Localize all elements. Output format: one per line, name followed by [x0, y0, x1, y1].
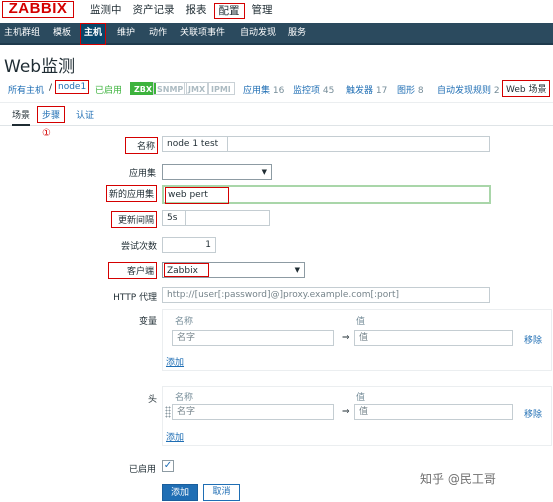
header-add-link[interactable]: 添加	[166, 430, 184, 443]
menu-configuration[interactable]: 配置	[213, 3, 245, 19]
interval-label: 更新间隔	[111, 211, 157, 228]
submenu-maintenance[interactable]: 维护	[117, 23, 135, 43]
application-select[interactable]	[162, 164, 272, 180]
new-application-value: web pert	[165, 187, 229, 204]
breadcrumb-separator: /	[49, 83, 53, 93]
proxy-input[interactable]: http://[user[:password]@]proxy.example.c…	[162, 287, 490, 303]
page-title: Web监测	[4, 57, 76, 77]
nav-items[interactable]: 监控项 45	[293, 83, 334, 96]
tab-scenario[interactable]: 场景	[12, 108, 31, 126]
tab-steps[interactable]: 步骤	[37, 106, 66, 123]
attempts-input[interactable]: 1	[162, 237, 216, 253]
enabled-label: 已启用	[128, 465, 156, 475]
interval-input[interactable]: 5s	[162, 210, 186, 226]
nav-graphs[interactable]: 图形 8	[397, 83, 424, 96]
tab-authentication[interactable]: 认证	[76, 108, 94, 121]
variable-arrow-icon: ⇒	[342, 333, 350, 343]
host-navigation: 所有主机 / node1 已启用 ZBX SNMP JMX IPMI 应用集 1…	[0, 77, 553, 103]
header-name-input[interactable]: 名字	[172, 404, 334, 420]
add-button[interactable]: 添加	[162, 484, 198, 501]
main-menu: 监测中 资产记录 报表 配置 管理	[86, 3, 280, 19]
headers-name-header: 名称	[175, 393, 194, 403]
nav-triggers[interactable]: 触发器 17	[346, 83, 387, 96]
submenu-hosts[interactable]: 主机	[80, 23, 107, 45]
name-input-extension[interactable]	[228, 136, 490, 152]
agent-select[interactable]: Zabbix	[162, 262, 305, 278]
submenu-event-correlation[interactable]: 关联项事件	[180, 23, 225, 43]
drag-handle-icon[interactable]	[165, 406, 171, 418]
variable-name-input[interactable]: 名字	[172, 330, 334, 346]
variables-name-header: 名称	[175, 317, 194, 327]
agent-label: 客户端	[108, 262, 157, 279]
form-tabs: 场景 步骤 认证	[0, 104, 553, 126]
variables-label: 变量	[138, 317, 157, 327]
menu-monitoring[interactable]: 监测中	[86, 3, 126, 19]
new-application-label: 新的应用集	[106, 185, 157, 202]
jmx-availability-badge: JMX	[184, 82, 210, 95]
proxy-label: HTTP 代理	[113, 293, 157, 303]
submenu-templates[interactable]: 模板	[53, 23, 71, 43]
menu-administration[interactable]: 管理	[248, 3, 277, 19]
attempts-label: 尝试次数	[120, 242, 157, 252]
header-value-input[interactable]: 值	[354, 404, 513, 420]
interval-input-extension[interactable]	[186, 210, 270, 226]
submenu-host-groups[interactable]: 主机群组	[4, 23, 40, 43]
top-header: ZABBIX 监测中 资产记录 报表 配置 管理	[0, 0, 553, 22]
headers-label: 头	[147, 395, 157, 405]
zabbix-logo[interactable]: ZABBIX	[2, 1, 74, 18]
sub-menu: 主机群组 模板 主机 维护 动作 关联项事件 自动发现 服务	[0, 23, 553, 45]
snmp-availability-badge: SNMP	[153, 82, 188, 95]
watermark: 知乎 @民工哥	[420, 472, 496, 486]
header-remove-link[interactable]: 移除	[524, 407, 542, 420]
variable-value-input[interactable]: 值	[354, 330, 513, 346]
menu-inventory[interactable]: 资产记录	[129, 3, 179, 19]
application-label: 应用集	[128, 169, 156, 179]
variable-add-link[interactable]: 添加	[166, 355, 184, 368]
name-label: 名称	[125, 137, 158, 154]
host-status: 已启用	[95, 86, 123, 96]
submenu-actions[interactable]: 动作	[149, 23, 167, 43]
nav-applications[interactable]: 应用集 16	[243, 83, 284, 96]
submenu-services[interactable]: 服务	[288, 23, 306, 43]
menu-reports[interactable]: 报表	[182, 3, 211, 19]
cancel-button[interactable]: 取消	[203, 484, 240, 501]
variable-remove-link[interactable]: 移除	[524, 333, 542, 346]
enabled-checkbox[interactable]: ✓	[162, 460, 174, 472]
submenu-discovery[interactable]: 自动发现	[240, 23, 276, 43]
variables-value-header: 值	[356, 317, 366, 327]
breadcrumb-host[interactable]: node1	[55, 80, 90, 94]
header-arrow-icon: ⇒	[342, 407, 350, 417]
new-application-input[interactable]: web pert	[162, 185, 491, 204]
headers-value-header: 值	[356, 393, 366, 403]
breadcrumb-all-hosts[interactable]: 所有主机	[8, 83, 44, 96]
name-input[interactable]: node 1 test	[162, 136, 228, 152]
annotation-number: ①	[42, 128, 51, 139]
agent-selected-value: Zabbix	[164, 263, 209, 277]
ipmi-availability-badge: IPMI	[207, 82, 235, 95]
nav-web-scenarios[interactable]: Web 场景	[502, 80, 551, 97]
nav-discovery-rules[interactable]: 自动发现规则 2	[437, 83, 500, 96]
